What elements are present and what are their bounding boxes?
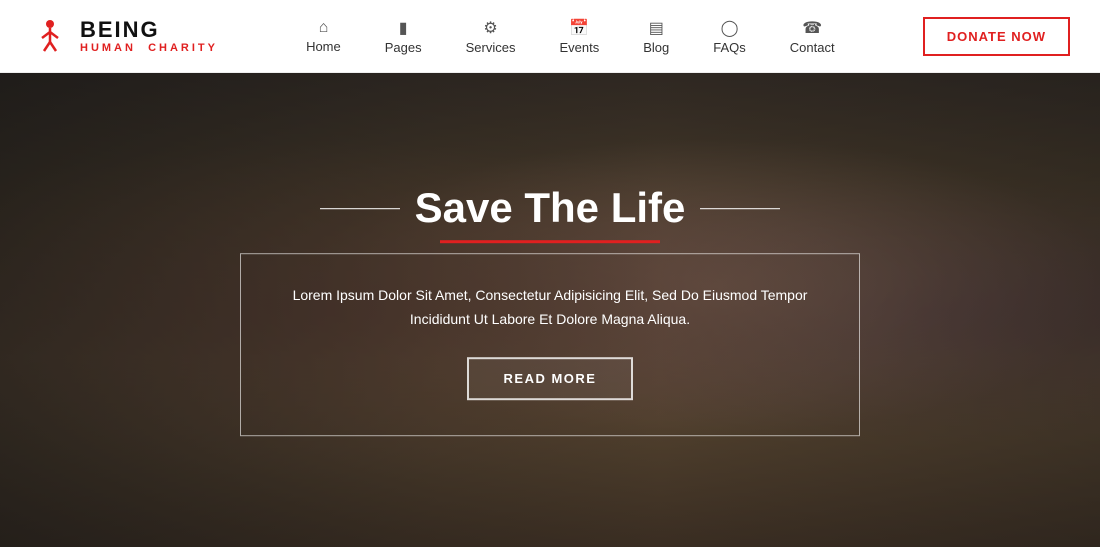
hero-box: Lorem Ipsum Dolor Sit Amet, Consectetur … <box>240 253 860 436</box>
nav-item-blog[interactable]: ▤ Blog <box>621 18 691 55</box>
nav-item-pages[interactable]: ▮ Pages <box>363 18 444 55</box>
nav-item-services[interactable]: ⚙ Services <box>444 18 538 55</box>
faqs-icon: ◯ <box>721 18 739 38</box>
hero-section: Save The Life Lorem Ipsum Dolor Sit Amet… <box>0 73 1100 547</box>
header: BEING HUMAN CHARITY ⌂ Home ▮ Pages ⚙ Ser… <box>0 0 1100 73</box>
nav-item-home[interactable]: ⌂ Home <box>284 19 363 54</box>
nav-label-events: Events <box>559 40 599 55</box>
hero-accent-line <box>440 240 660 243</box>
title-line-left <box>320 208 400 209</box>
nav-label-blog: Blog <box>643 40 669 55</box>
pages-icon: ▮ <box>399 18 408 38</box>
hero-content: Save The Life Lorem Ipsum Dolor Sit Amet… <box>240 184 860 436</box>
hero-title: Save The Life <box>415 184 686 232</box>
nav-item-events[interactable]: 📅 Events <box>537 18 621 55</box>
nav-label-home: Home <box>306 39 341 54</box>
home-icon: ⌂ <box>319 19 329 37</box>
blog-icon: ▤ <box>649 18 664 38</box>
logo-icon <box>30 16 70 56</box>
read-more-button[interactable]: READ MORE <box>467 357 634 400</box>
logo[interactable]: BEING HUMAN CHARITY <box>30 16 218 56</box>
donate-button[interactable]: DONATE NOW <box>923 17 1070 56</box>
services-icon: ⚙ <box>483 18 497 38</box>
hero-description: Lorem Ipsum Dolor Sit Amet, Consectetur … <box>281 284 819 332</box>
nav-item-contact[interactable]: ☎ Contact <box>768 18 857 55</box>
logo-text: BEING HUMAN CHARITY <box>80 18 218 54</box>
contact-icon: ☎ <box>802 18 822 38</box>
logo-brand: BEING <box>80 18 218 42</box>
title-line-right <box>700 208 780 209</box>
main-nav: ⌂ Home ▮ Pages ⚙ Services 📅 Events ▤ Blo… <box>284 18 857 55</box>
nav-label-faqs: FAQs <box>713 40 746 55</box>
nav-label-contact: Contact <box>790 40 835 55</box>
nav-item-faqs[interactable]: ◯ FAQs <box>691 18 768 55</box>
hero-title-wrapper: Save The Life <box>240 184 860 232</box>
events-icon: 📅 <box>569 18 589 38</box>
nav-label-pages: Pages <box>385 40 422 55</box>
logo-sub: HUMAN CHARITY <box>80 42 218 54</box>
nav-label-services: Services <box>466 40 516 55</box>
